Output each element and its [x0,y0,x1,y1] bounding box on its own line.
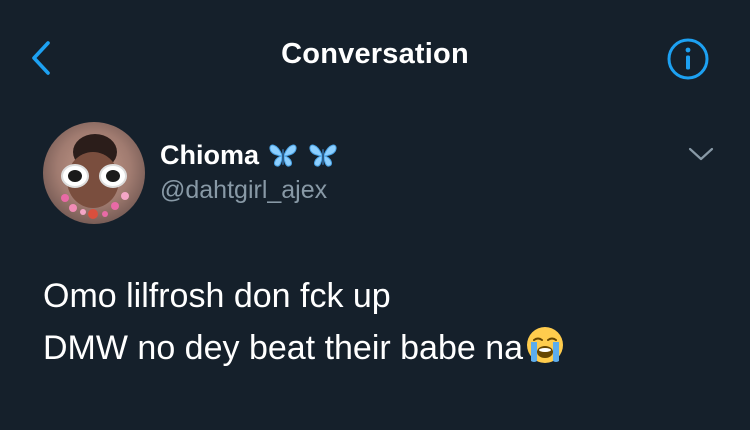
avatar-image [43,122,145,224]
tweet: Chioma @dahtgirl_ajex Omo lilfrosh don f… [0,108,750,430]
tweet-menu-button[interactable] [686,142,716,166]
tweet-text-line: DMW no dey beat their babe na [43,329,524,367]
author-name-row[interactable]: Chioma [160,138,339,172]
page-title: Conversation [281,38,469,70]
tweet-text-line-2: DMW no dey beat their babe na [43,322,723,374]
loudly-crying-face-icon [527,327,564,363]
avatar[interactable] [43,122,145,224]
navigation-bar: Conversation [0,0,750,108]
butterfly-icon [309,144,337,167]
butterfly-icon [269,144,297,167]
info-button[interactable] [666,37,710,81]
display-name[interactable]: Chioma [160,140,259,171]
info-icon [667,38,709,80]
tweet-text: Omo lilfrosh don fck up DMW no dey beat … [43,270,723,374]
chevron-down-icon [688,147,714,161]
tweet-text-line: Omo lilfrosh don fck up [43,277,391,315]
user-handle[interactable]: @dahtgirl_ajex [160,176,327,205]
